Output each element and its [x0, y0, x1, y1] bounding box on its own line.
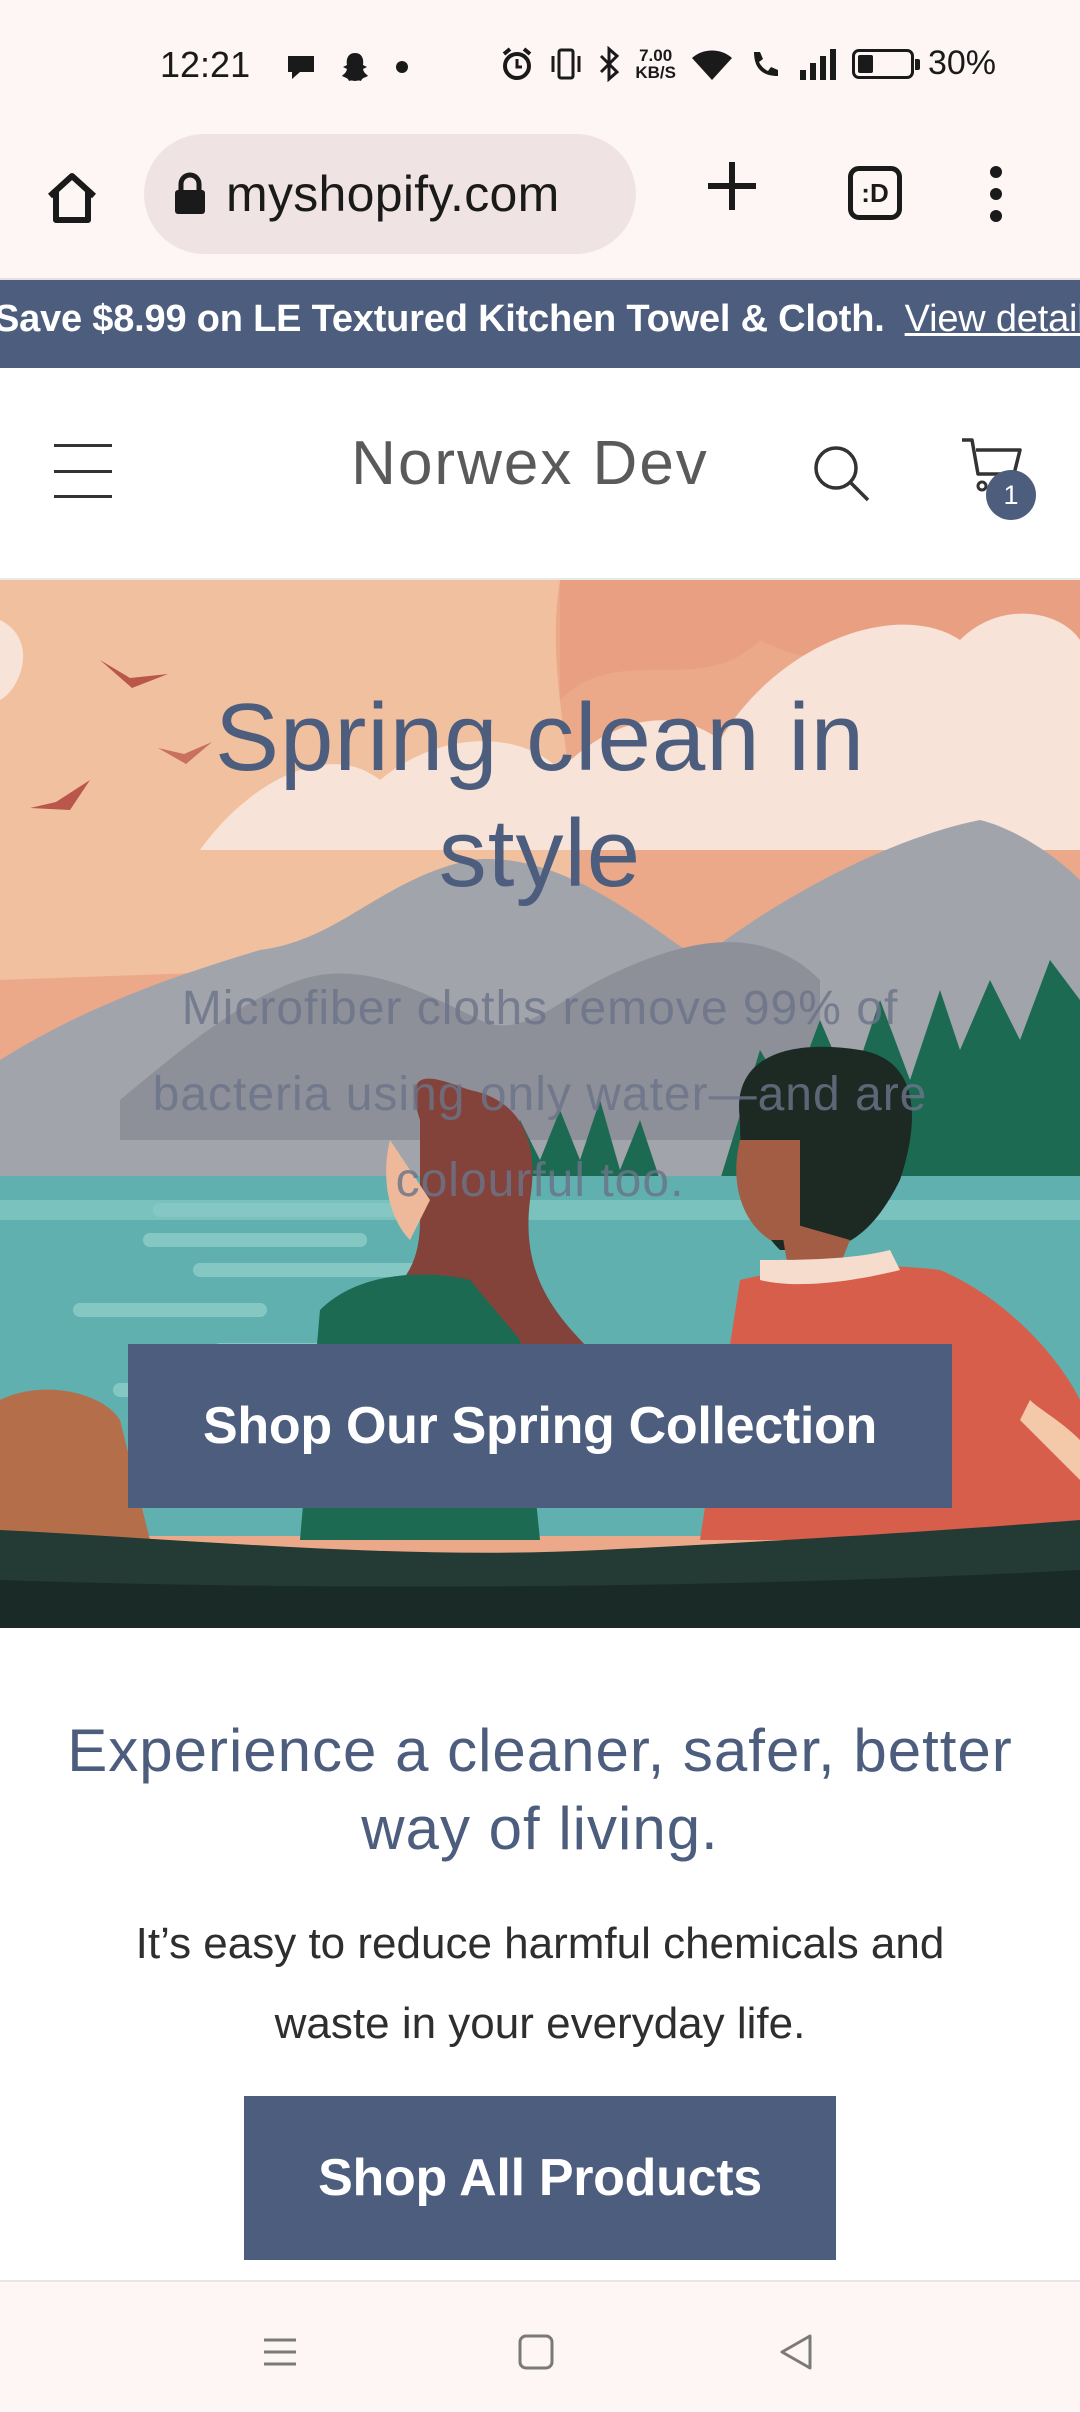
vibrate-icon: [551, 48, 581, 79]
browser-menu-button[interactable]: [966, 158, 1026, 230]
bluetooth-icon: [600, 45, 620, 82]
cart-button[interactable]: 1: [958, 434, 1036, 520]
tab-switcher-button[interactable]: :D: [848, 166, 902, 220]
home-nav-button[interactable]: [506, 2322, 566, 2382]
store-logo[interactable]: Norwex Dev: [0, 428, 1060, 499]
wifi-call-icon: [753, 51, 778, 76]
dot-icon: [396, 61, 408, 73]
signal-icon: [799, 48, 836, 80]
notification-icons: [284, 50, 412, 84]
site-header: Norwex Dev 1: [0, 368, 1080, 580]
lock-icon: [175, 172, 205, 214]
network-speed-unit: KB/S: [635, 62, 676, 82]
search-icon: [814, 446, 870, 502]
menu-dot: [990, 166, 1002, 178]
status-bar: 12:21 7.00 KB/S 30%: [0, 0, 1080, 128]
menu-lines-icon: [264, 2338, 296, 2366]
status-time: 12:21: [160, 44, 251, 85]
hero-title: Spring clean in style: [214, 684, 866, 907]
home-button[interactable]: [36, 162, 108, 234]
home-icon: [47, 173, 97, 223]
network-speed: 7.00 KB/S: [635, 47, 676, 81]
url-text: myshopify.com: [226, 166, 560, 222]
hero-subtitle: Microfiber cloths remove 99% of bacteria…: [152, 982, 928, 1207]
alarm-icon: [503, 46, 532, 80]
section-title: Experience a cleaner, safer, better way …: [67, 1717, 1013, 1862]
browser-toolbar: myshopify.com :D: [0, 128, 1080, 280]
menu-dot: [990, 188, 1002, 200]
system-navigation-bar: [0, 2280, 1080, 2412]
message-icon: [288, 56, 314, 79]
wifi-icon: [691, 50, 732, 80]
battery-percent: 30%: [927, 44, 996, 82]
menu-dot: [990, 210, 1002, 222]
hero-banner: Spring clean in style Microfiber cloths …: [0, 580, 1080, 1628]
cart-count-badge: 1: [986, 470, 1036, 520]
square-icon: [518, 2334, 554, 2370]
shop-all-products-button[interactable]: Shop All Products: [244, 2096, 836, 2260]
battery-icon: [851, 48, 920, 79]
announcement-content: Save $8.99 on LE Textured Kitchen Towel …: [0, 298, 1080, 341]
view-details-link[interactable]: View details: [905, 298, 1080, 340]
network-speed-value: 7.00: [639, 45, 673, 65]
status-right: 7.00 KB/S 30%: [499, 44, 996, 83]
section-text: It’s easy to reduce harmful chemicals an…: [135, 1919, 945, 2048]
announcement-text: Save $8.99 on LE Textured Kitchen Towel …: [0, 298, 885, 340]
search-button[interactable]: [808, 440, 876, 508]
recent-apps-button[interactable]: [250, 2322, 310, 2382]
announcement-bar: Save $8.99 on LE Textured Kitchen Towel …: [0, 280, 1080, 368]
address-bar[interactable]: myshopify.com: [144, 134, 636, 254]
snapchat-icon: [342, 53, 368, 81]
plus-icon: [708, 162, 756, 210]
back-triangle-icon: [780, 2334, 812, 2370]
new-tab-button[interactable]: [696, 150, 768, 222]
battery-level: [857, 54, 873, 73]
shop-spring-collection-button[interactable]: Shop Our Spring Collection: [128, 1344, 952, 1508]
intro-section: Experience a cleaner, safer, better way …: [0, 1628, 1080, 2280]
back-button[interactable]: [766, 2322, 826, 2382]
